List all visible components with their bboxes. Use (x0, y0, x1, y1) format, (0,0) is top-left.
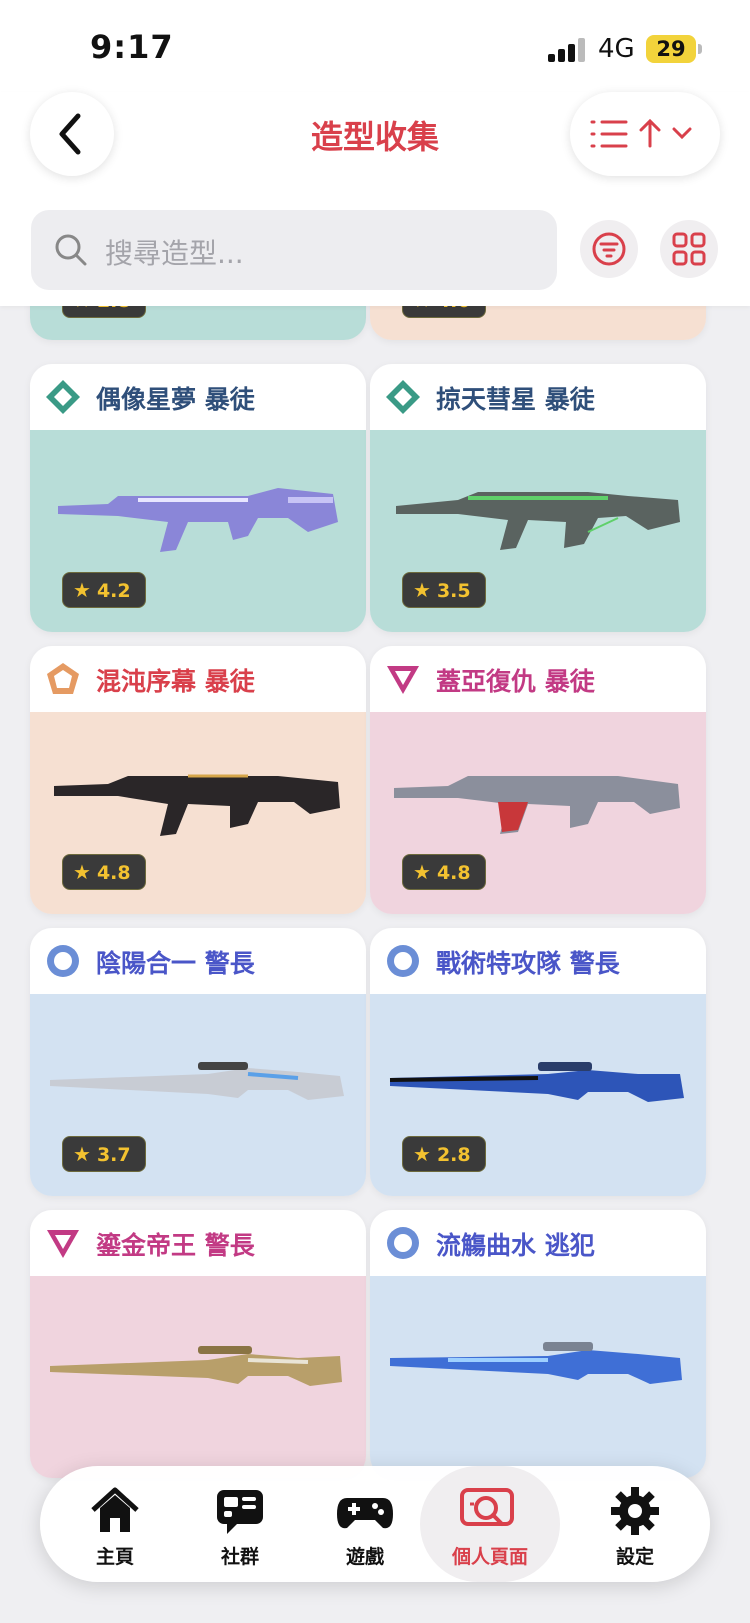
card-header: 戰術特攻隊 警長 (370, 928, 706, 994)
grid-view-button[interactable] (660, 220, 718, 278)
rating-badge: ★ 3.5 (402, 572, 486, 608)
filter-button[interactable] (580, 220, 638, 278)
select-tier-icon (386, 380, 420, 414)
rating-value: 4.8 (436, 862, 471, 884)
rifle-image (394, 776, 680, 834)
skin-name: 混沌序幕 暴徒 (96, 667, 255, 696)
search-input[interactable]: 搜尋造型... (105, 232, 244, 272)
card-header: 流觴曲水 逃犯 (370, 1210, 706, 1276)
gear-icon (611, 1487, 659, 1535)
skin-name: 掠天彗星 暴徒 (436, 385, 595, 414)
skin-name: 流觴曲水 逃犯 (436, 1231, 595, 1260)
rifle-image (54, 774, 340, 836)
rating-badge: ★ 4.2 (62, 572, 146, 608)
card-header: 偶像星夢 暴徒 (30, 364, 366, 430)
sort-button[interactable] (570, 92, 720, 176)
rating-value: 3.7 (96, 1144, 131, 1166)
bottom-tab-bar: 主頁 社群 遊戲 個人頁面 設定 (40, 1466, 710, 1582)
exclusive-tier-icon (387, 666, 419, 694)
premium-tier-icon (387, 945, 419, 977)
tab-profile[interactable]: 個人頁面 (420, 1466, 560, 1582)
card-image-area: ★ 3.5 (370, 430, 706, 632)
rating-badge: ★ 3.7 (62, 1136, 146, 1172)
tab-label: 設定 (615, 1546, 654, 1568)
sort-list-icon (590, 118, 692, 148)
skin-name: 蓋亞復仇 暴徒 (436, 667, 595, 696)
sniper-image (50, 1346, 342, 1386)
skin-card[interactable]: 蓋亞復仇 暴徒 ★ 4.8 (370, 646, 706, 914)
filter-icon (592, 232, 626, 266)
tab-home[interactable]: 主頁 (50, 1466, 180, 1582)
card-image-area: ★ 2.8 (370, 994, 706, 1196)
tab-games[interactable]: 遊戲 (300, 1466, 430, 1582)
skin-card[interactable]: 陰陽合一 警長 ★ 3.7 (30, 928, 366, 1196)
card-image-area: ★ 4.8 (370, 712, 706, 914)
tab-settings[interactable]: 設定 (570, 1466, 700, 1582)
skin-name: 戰術特攻隊 警長 (436, 949, 620, 978)
rifle-image (58, 488, 338, 552)
grid-icon (672, 232, 706, 266)
rating-value: 4.8 (96, 862, 131, 884)
select-tier-icon (46, 380, 80, 414)
tab-community[interactable]: 社群 (175, 1466, 305, 1582)
skin-card[interactable]: 鎏金帝王 警長 (30, 1210, 366, 1478)
skin-card[interactable]: 偶像星夢 暴徒 ★ 4.2 (30, 364, 366, 632)
exclusive-tier-icon (47, 1230, 79, 1258)
card-image-area: ★ 4.2 (30, 430, 366, 632)
card-image-area: ★ 4.8 (30, 712, 366, 914)
rating-value: 4.2 (96, 580, 131, 602)
tab-label: 個人頁面 (451, 1546, 528, 1568)
gamepad-icon (337, 1498, 393, 1529)
skin-name: 鎏金帝王 警長 (96, 1231, 255, 1260)
star-icon: ★ (73, 578, 91, 602)
tab-label: 社群 (220, 1546, 259, 1568)
card-image-area (370, 1276, 706, 1478)
sniper-image (390, 1342, 682, 1384)
rating-badge: ★ 4.8 (402, 854, 486, 890)
star-icon: ★ (413, 860, 431, 884)
tab-label: 遊戲 (345, 1546, 384, 1568)
card-header: 陰陽合一 警長 (30, 928, 366, 994)
skin-card[interactable]: 戰術特攻隊 警長 ★ 2.8 (370, 928, 706, 1196)
profile-search-icon (460, 1488, 514, 1526)
skin-card[interactable]: 掠天彗星 暴徒 ★ 3.5 (370, 364, 706, 632)
rating-value: 2.8 (436, 1144, 471, 1166)
card-header: 蓋亞復仇 暴徒 (370, 646, 706, 712)
tab-label: 主頁 (95, 1546, 134, 1568)
skin-card[interactable]: 流觴曲水 逃犯 (370, 1210, 706, 1478)
premium-tier-icon (387, 1227, 419, 1259)
ultra-tier-icon (47, 663, 79, 694)
sniper-image (50, 1062, 344, 1100)
star-icon: ★ (73, 860, 91, 884)
skin-card[interactable]: 混沌序幕 暴徒 ★ 4.8 (30, 646, 366, 914)
chat-icon (217, 1490, 263, 1534)
card-header: 掠天彗星 暴徒 (370, 364, 706, 430)
card-header: 混沌序幕 暴徒 (30, 646, 366, 712)
rifle-image (396, 492, 680, 550)
skin-name: 偶像星夢 暴徒 (96, 385, 255, 414)
top-header: 造型收集 搜尋造型... (0, 92, 750, 306)
skin-name: 陰陽合一 警長 (96, 949, 255, 978)
search-bar[interactable]: 搜尋造型... (31, 210, 557, 290)
card-header: 鎏金帝王 警長 (30, 1210, 366, 1276)
premium-tier-icon (47, 945, 79, 977)
sniper-image (389, 1062, 684, 1102)
star-icon: ★ (413, 1142, 431, 1166)
card-image-area: ★ 3.7 (30, 994, 366, 1196)
card-image-area (30, 1276, 366, 1478)
home-icon (91, 1487, 139, 1532)
rating-badge: ★ 4.8 (62, 854, 146, 890)
rating-badge: ★2.8 (402, 1136, 486, 1172)
star-icon: ★ (73, 1142, 91, 1166)
search-icon (55, 234, 87, 266)
rating-value: 3.5 (436, 580, 471, 602)
star-icon: ★ (413, 578, 431, 602)
